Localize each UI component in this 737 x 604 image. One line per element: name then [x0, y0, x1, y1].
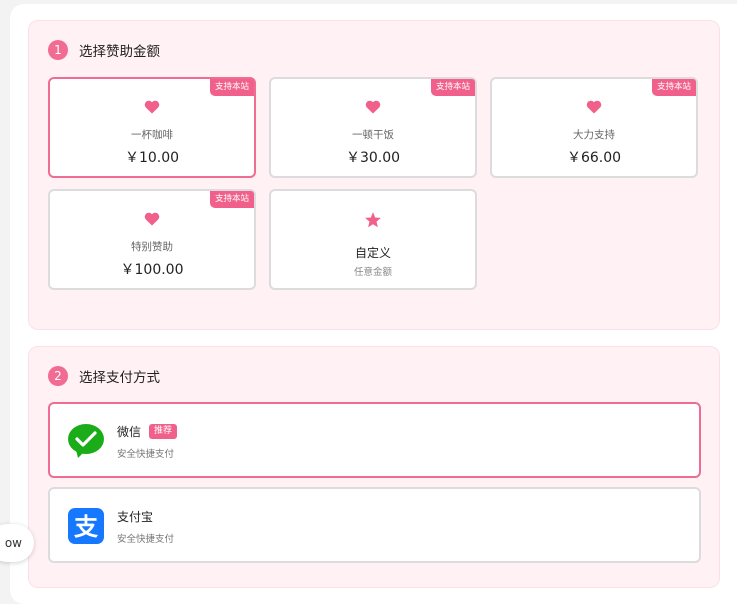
support-badge: 支持本站 [651, 79, 696, 96]
step-number-badge: 2 [48, 366, 68, 386]
support-badge: 支持本站 [209, 79, 254, 96]
payment-method-description: 安全快捷支付 [117, 449, 175, 460]
amount-option-name: 一杯咖啡 [131, 129, 173, 141]
recommended-badge: 推荐 [149, 424, 178, 439]
svg-text:支: 支 [74, 513, 99, 541]
amount-option-special[interactable]: 支持本站 特别赞助 ￥100.00 [48, 189, 256, 290]
support-badge: 支持本站 [209, 191, 254, 208]
alipay-icon: 支 [68, 508, 104, 544]
amount-option-price: ￥30.00 [345, 150, 401, 166]
amount-section-header: 1 选择赞助金额 [48, 39, 160, 61]
amount-option-coffee[interactable]: 支持本站 一杯咖啡 ￥10.00 [48, 77, 256, 178]
payment-method-name: 支付宝 [117, 510, 154, 524]
amount-option-strong-support[interactable]: 支持本站 大力支持 ￥66.00 [490, 77, 698, 178]
amount-option-price: ￥10.00 [124, 150, 180, 166]
section-title: 选择赞助金额 [79, 44, 160, 60]
amount-option-custom[interactable]: 自定义 任意金额 [269, 189, 477, 290]
star-icon [365, 212, 381, 228]
payment-option-wechat[interactable]: 微信 推荐 安全快捷支付 [48, 402, 701, 478]
amount-option-name: 一顿干饭 [352, 129, 394, 141]
heart-icon [365, 100, 381, 114]
amount-option-price: ￥66.00 [566, 150, 622, 166]
amount-option-name: 大力支持 [573, 129, 615, 141]
amount-option-price: ￥100.00 [120, 262, 184, 278]
payment-method-description: 安全快捷支付 [117, 534, 175, 545]
amount-section: 1 选择赞助金额 支持本站 一杯咖啡 ￥10.00 支持本站 一顿干饭 ￥30.… [28, 20, 720, 330]
custom-option-subtitle: 任意金额 [353, 267, 392, 278]
payment-option-label: 微信 推荐 [117, 423, 178, 440]
payment-section-header: 2 选择支付方式 [48, 365, 160, 387]
custom-option-name: 自定义 [354, 246, 391, 260]
section-title: 选择支付方式 [79, 370, 160, 386]
step-number-badge: 1 [48, 40, 68, 60]
wechat-icon [68, 424, 104, 458]
heart-icon [144, 212, 160, 226]
heart-icon [586, 100, 602, 114]
amount-option-name: 特别赞助 [131, 241, 173, 253]
payment-option-label: 支付宝 [117, 508, 153, 525]
payment-method-name: 微信 [117, 425, 142, 439]
heart-icon [144, 100, 160, 114]
amount-option-meal[interactable]: 支持本站 一顿干饭 ￥30.00 [269, 77, 477, 178]
support-badge: 支持本站 [430, 79, 475, 96]
payment-option-alipay[interactable]: 支 支付宝 安全快捷支付 [48, 487, 701, 563]
payment-section: 2 选择支付方式 微信 推荐 安全快捷支付 支 支付宝 安全快捷支付 [28, 346, 720, 588]
